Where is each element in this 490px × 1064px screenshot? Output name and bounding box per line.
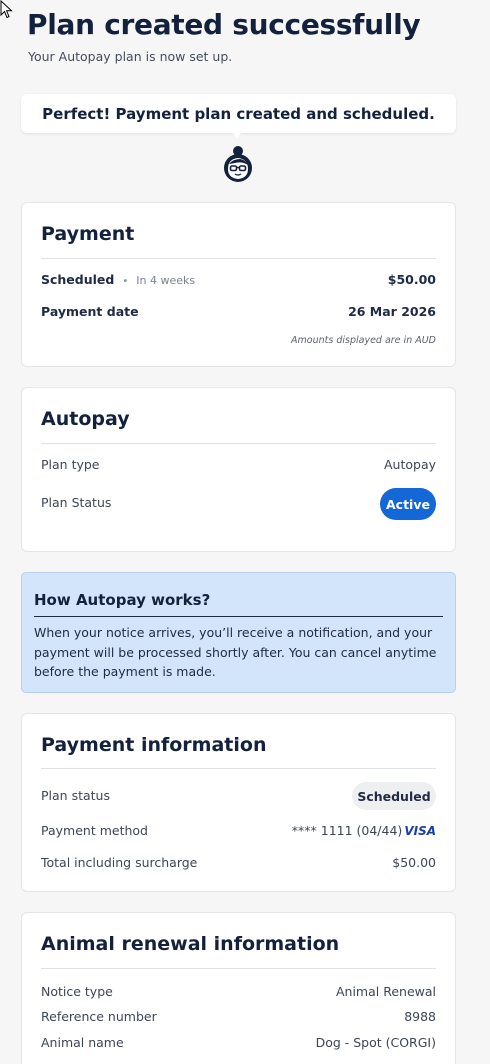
payment-information-title: Payment information — [41, 734, 267, 756]
info-body: When your notice arrives, you’ll receive… — [34, 625, 437, 679]
arrow-cursor-icon — [0, 0, 13, 19]
notice-type-label: Notice type — [41, 984, 113, 999]
visa-logo-icon: VISA — [404, 824, 436, 838]
page-subtitle: Your Autopay plan is now set up. — [28, 49, 233, 64]
currency-note: Amounts displayed are in AUD — [291, 335, 436, 346]
payment-information-card: Payment information Plan status Schedule… — [21, 713, 456, 892]
plan-type-value: Autopay — [383, 457, 436, 472]
animal-name-value: Dog - Spot (CORGI) — [315, 1035, 436, 1050]
notice-type-value: Animal Renewal — [335, 984, 436, 999]
total-value: $50.00 — [392, 855, 436, 870]
reference-number-value: 8988 — [404, 1009, 436, 1024]
payment-method-label: Payment method — [41, 823, 148, 838]
plan-status-label: Plan status — [41, 788, 110, 803]
divider — [41, 258, 436, 259]
scheduled-row-label: Scheduled • In 4 weeks — [41, 272, 195, 287]
banner-pointer — [232, 132, 242, 138]
page-title: Plan created successfully — [27, 8, 421, 41]
info-title: How Autopay works? — [34, 591, 211, 609]
plan-type-label: Plan type — [41, 457, 100, 472]
total-label: Total including surcharge — [41, 855, 198, 870]
success-banner: Perfect! Payment plan created and schedu… — [21, 94, 456, 133]
assistant-avatar-icon — [224, 146, 252, 182]
animal-renewal-title: Animal renewal information — [41, 933, 340, 955]
info-divider — [34, 616, 443, 617]
payment-card-title: Payment — [41, 223, 135, 245]
scheduled-when: In 4 weeks — [136, 274, 196, 287]
autopay-card-title: Autopay — [41, 408, 130, 430]
status-badge-active: Active — [380, 488, 436, 520]
separator-dot: • — [122, 276, 129, 287]
payment-card: Payment Scheduled • In 4 weeks $50.00 Pa… — [21, 202, 456, 367]
divider — [41, 443, 436, 444]
payment-method-value: **** 1111 (04/44) VISA — [292, 823, 436, 838]
autopay-card: Autopay Plan type Autopay Plan Status Ac… — [21, 387, 456, 552]
reference-number-label: Reference number — [41, 1009, 157, 1024]
payment-date-label: Payment date — [41, 304, 139, 319]
scheduled-label: Scheduled — [41, 272, 115, 287]
animal-renewal-card: Animal renewal information Notice type A… — [21, 912, 456, 1064]
animal-name-label: Animal name — [41, 1035, 124, 1050]
plan-status-label: Plan Status — [41, 495, 112, 510]
divider — [41, 768, 436, 769]
divider — [41, 968, 436, 969]
payment-date-value: 26 Mar 2026 — [348, 304, 436, 319]
masked-card-number: **** 1111 (04/44) — [291, 823, 403, 838]
scheduled-amount: $50.00 — [387, 272, 436, 287]
how-autopay-works-panel: How Autopay works? When your notice arri… — [21, 572, 456, 693]
status-badge-scheduled: Scheduled — [352, 782, 436, 810]
